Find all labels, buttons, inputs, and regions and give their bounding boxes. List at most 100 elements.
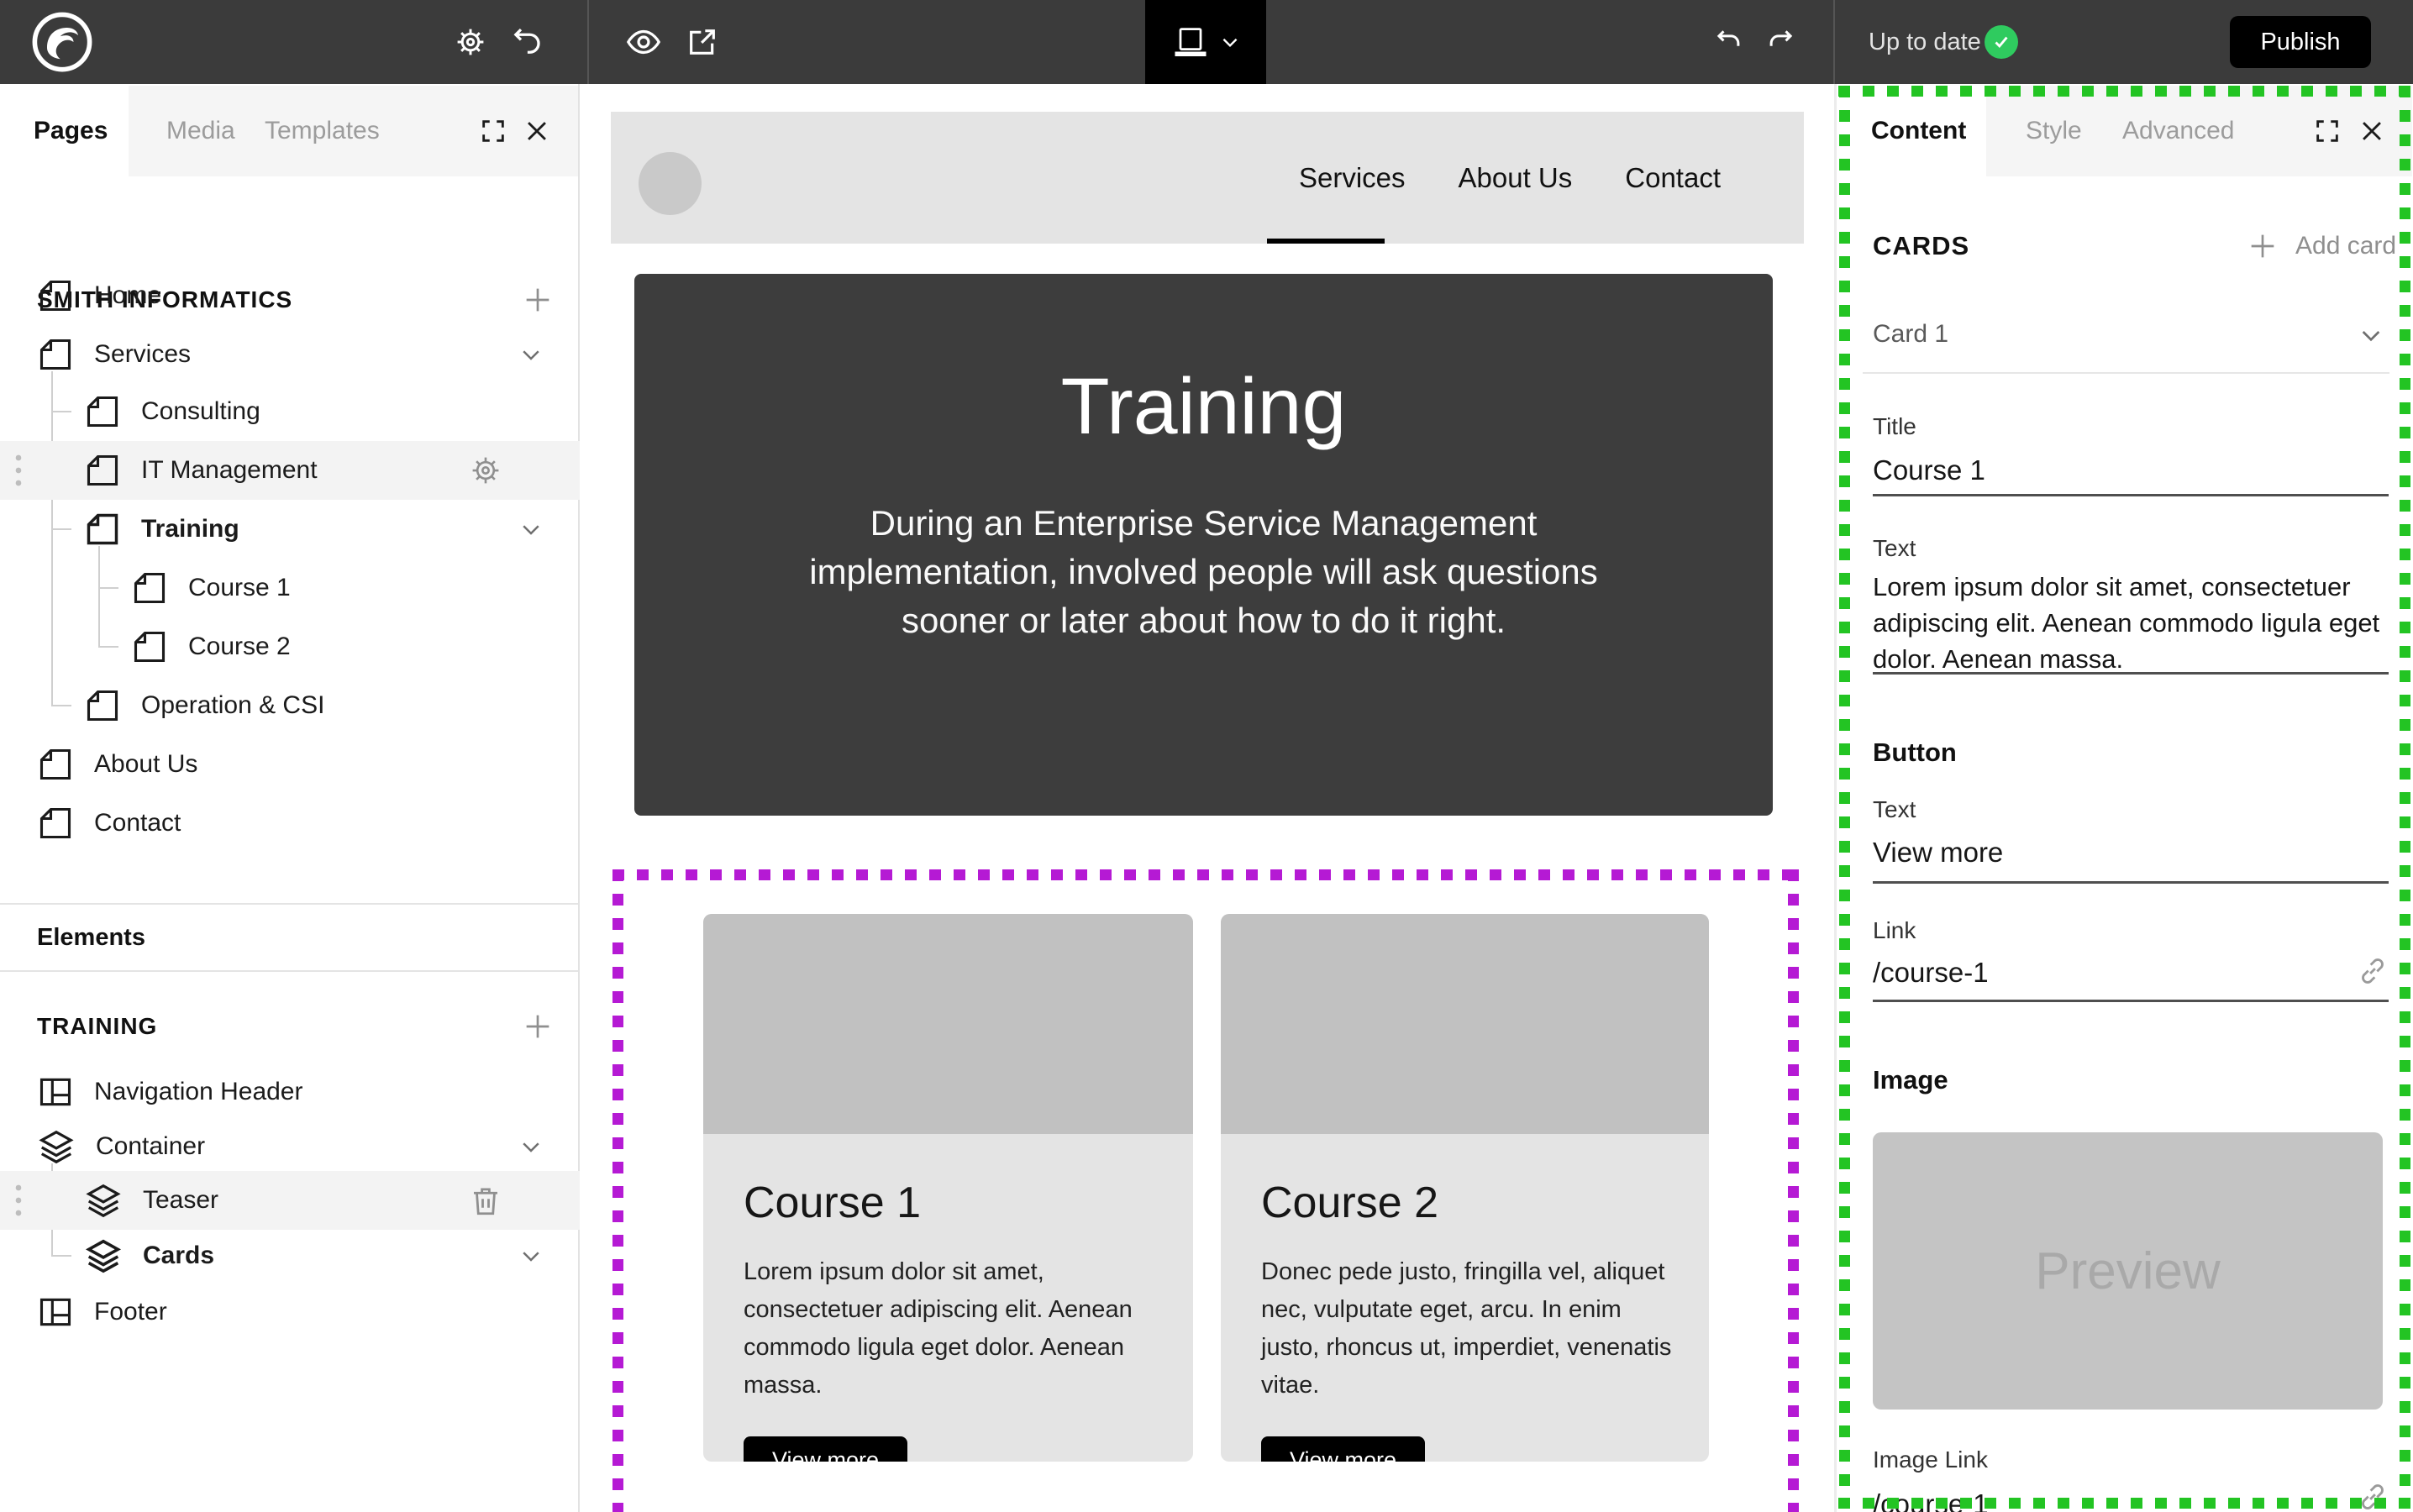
trash-icon[interactable]: [468, 1183, 503, 1218]
sidebar-item-consulting[interactable]: Consulting: [0, 382, 662, 441]
device-preview-selector[interactable]: [1145, 0, 1266, 84]
sidebar-item-home[interactable]: Home: [0, 266, 615, 325]
drag-handle-icon[interactable]: [14, 452, 23, 489]
top-toolbar: Up to date Publish: [0, 0, 2413, 84]
preview-nav-services[interactable]: Services: [1299, 162, 1406, 194]
toolbar-divider: [587, 0, 589, 84]
hero-title: Training: [634, 361, 1773, 453]
settings-gear-icon[interactable]: [453, 24, 488, 60]
card-text: Donec pede justo, fringilla vel, aliquet…: [1261, 1253, 1672, 1404]
tab-style[interactable]: Style: [2026, 84, 2082, 178]
sidebar-item-it-management[interactable]: IT Management: [0, 441, 662, 500]
elements-group-title: TRAINING: [37, 997, 157, 1056]
app-logo-icon[interactable]: [32, 12, 92, 72]
panel-divider: [1863, 372, 2389, 374]
hero-text: During an Enterprise Service Management …: [801, 499, 1607, 645]
element-item-teaser[interactable]: Teaser: [0, 1171, 662, 1230]
image-preview-placeholder[interactable]: Preview: [1873, 1132, 2383, 1410]
close-panel-icon[interactable]: [2358, 84, 2386, 178]
editor-canvas: Services About Us Contact Training Durin…: [580, 84, 1834, 1512]
expand-panel-icon[interactable]: [2313, 84, 2342, 178]
course-card-2[interactable]: Course 2 Donec pede justo, fringilla vel…: [1221, 914, 1709, 1462]
card-group-header[interactable]: Card 1: [1873, 305, 1948, 364]
expand-panel-icon[interactable]: [479, 84, 507, 178]
button-text-input[interactable]: View more: [1873, 837, 2003, 869]
preview-nav-about-us[interactable]: About Us: [1459, 162, 1573, 194]
chevron-down-icon[interactable]: [518, 342, 544, 367]
preview-eye-icon[interactable]: [624, 23, 663, 61]
button-link-label: Link: [1873, 917, 1916, 944]
link-icon[interactable]: [2356, 954, 2389, 988]
sidebar-tabbar: Pages Media Templates: [0, 84, 578, 178]
button-link-input[interactable]: /course-1: [1873, 957, 1989, 989]
cards-section-title: CARDS: [1873, 217, 1969, 276]
chevron-down-icon[interactable]: [518, 1134, 544, 1159]
check-circle-icon: [1985, 25, 2018, 59]
sidebar-item-about-us[interactable]: About Us: [0, 735, 615, 794]
element-item-container[interactable]: Container: [0, 1117, 615, 1176]
sidebar-item-training[interactable]: Training: [0, 500, 662, 559]
revert-icon[interactable]: [509, 24, 544, 60]
chevron-down-icon[interactable]: [518, 1243, 544, 1268]
image-link-input[interactable]: /course-1: [1873, 1488, 1989, 1512]
active-nav-underline: [1267, 239, 1385, 244]
page-icon: [84, 687, 121, 724]
input-underline: [1873, 672, 2389, 675]
button-text-label: Text: [1873, 796, 1916, 823]
undo-icon[interactable]: [1712, 26, 1744, 58]
tab-content[interactable]: Content: [1871, 84, 1966, 178]
chevron-down-icon[interactable]: [2358, 322, 2384, 349]
inspector-tabbar: Content Style Advanced: [1837, 84, 2413, 178]
open-external-icon[interactable]: [686, 25, 719, 59]
page-icon: [37, 746, 74, 783]
element-item-footer[interactable]: Footer: [0, 1283, 615, 1341]
tab-advanced[interactable]: Advanced: [2122, 84, 2234, 178]
selection-outline-panel-left: [1839, 86, 1850, 1509]
tab-templates[interactable]: Templates: [265, 84, 380, 178]
element-item-cards[interactable]: Cards: [0, 1226, 662, 1285]
site-logo-placeholder: [639, 152, 702, 215]
page-icon: [37, 336, 74, 373]
view-more-button[interactable]: View more: [1261, 1436, 1425, 1462]
drag-handle-icon[interactable]: [14, 1182, 23, 1219]
close-panel-icon[interactable]: [523, 84, 551, 178]
add-card-plus-icon[interactable]: [2246, 229, 2279, 263]
redo-icon[interactable]: [1765, 26, 1797, 58]
teaser-hero-section[interactable]: Training During an Enterprise Service Ma…: [634, 274, 1773, 816]
chevron-down-icon[interactable]: [518, 517, 544, 542]
view-more-button[interactable]: View more: [744, 1436, 907, 1462]
layers-icon: [37, 1127, 76, 1166]
page-icon: [84, 511, 121, 548]
title-input[interactable]: Course 1: [1873, 454, 1985, 486]
button-section-heading: Button: [1873, 738, 1957, 768]
tab-media[interactable]: Media: [166, 84, 235, 178]
text-field-label: Text: [1873, 535, 1916, 562]
page-icon: [37, 805, 74, 842]
image-link-label: Image Link: [1873, 1446, 1988, 1473]
sidebar-item-services[interactable]: Services: [0, 325, 615, 384]
layout-icon: [37, 1294, 74, 1331]
element-item-navigation-header[interactable]: Navigation Header: [0, 1063, 615, 1121]
preview-navigation-header[interactable]: Services About Us Contact: [611, 112, 1804, 244]
content-inspector-panel: Content Style Advanced CARDS Add card Ca…: [1834, 84, 2413, 1512]
course-card-1[interactable]: Course 1 Lorem ipsum dolor sit amet, con…: [703, 914, 1193, 1462]
card-image-placeholder: [1221, 914, 1709, 1134]
text-input[interactable]: Lorem ipsum dolor sit amet, consectetuer…: [1873, 569, 2392, 677]
publish-button[interactable]: Publish: [2230, 16, 2371, 68]
page-icon: [131, 628, 168, 665]
sidebar-divider: [0, 970, 578, 972]
sidebar-item-operation-csi[interactable]: Operation & CSI: [0, 676, 662, 735]
add-card-button[interactable]: Add card: [2295, 217, 2396, 276]
page-settings-gear-icon[interactable]: [468, 453, 503, 488]
layers-icon: [84, 1181, 123, 1220]
preview-nav-contact[interactable]: Contact: [1625, 162, 1721, 194]
preview-nav-links: Services About Us Contact: [1299, 112, 1721, 244]
page-icon: [37, 277, 74, 314]
sidebar-item-contact[interactable]: Contact: [0, 794, 615, 853]
card-title: Course 2: [1261, 1178, 1672, 1228]
link-icon[interactable]: [2356, 1480, 2389, 1512]
add-element-icon[interactable]: [521, 1010, 555, 1043]
tab-pages[interactable]: Pages: [34, 84, 108, 178]
sidebar-divider: [0, 903, 578, 905]
toolbar-divider: [1833, 0, 1835, 84]
